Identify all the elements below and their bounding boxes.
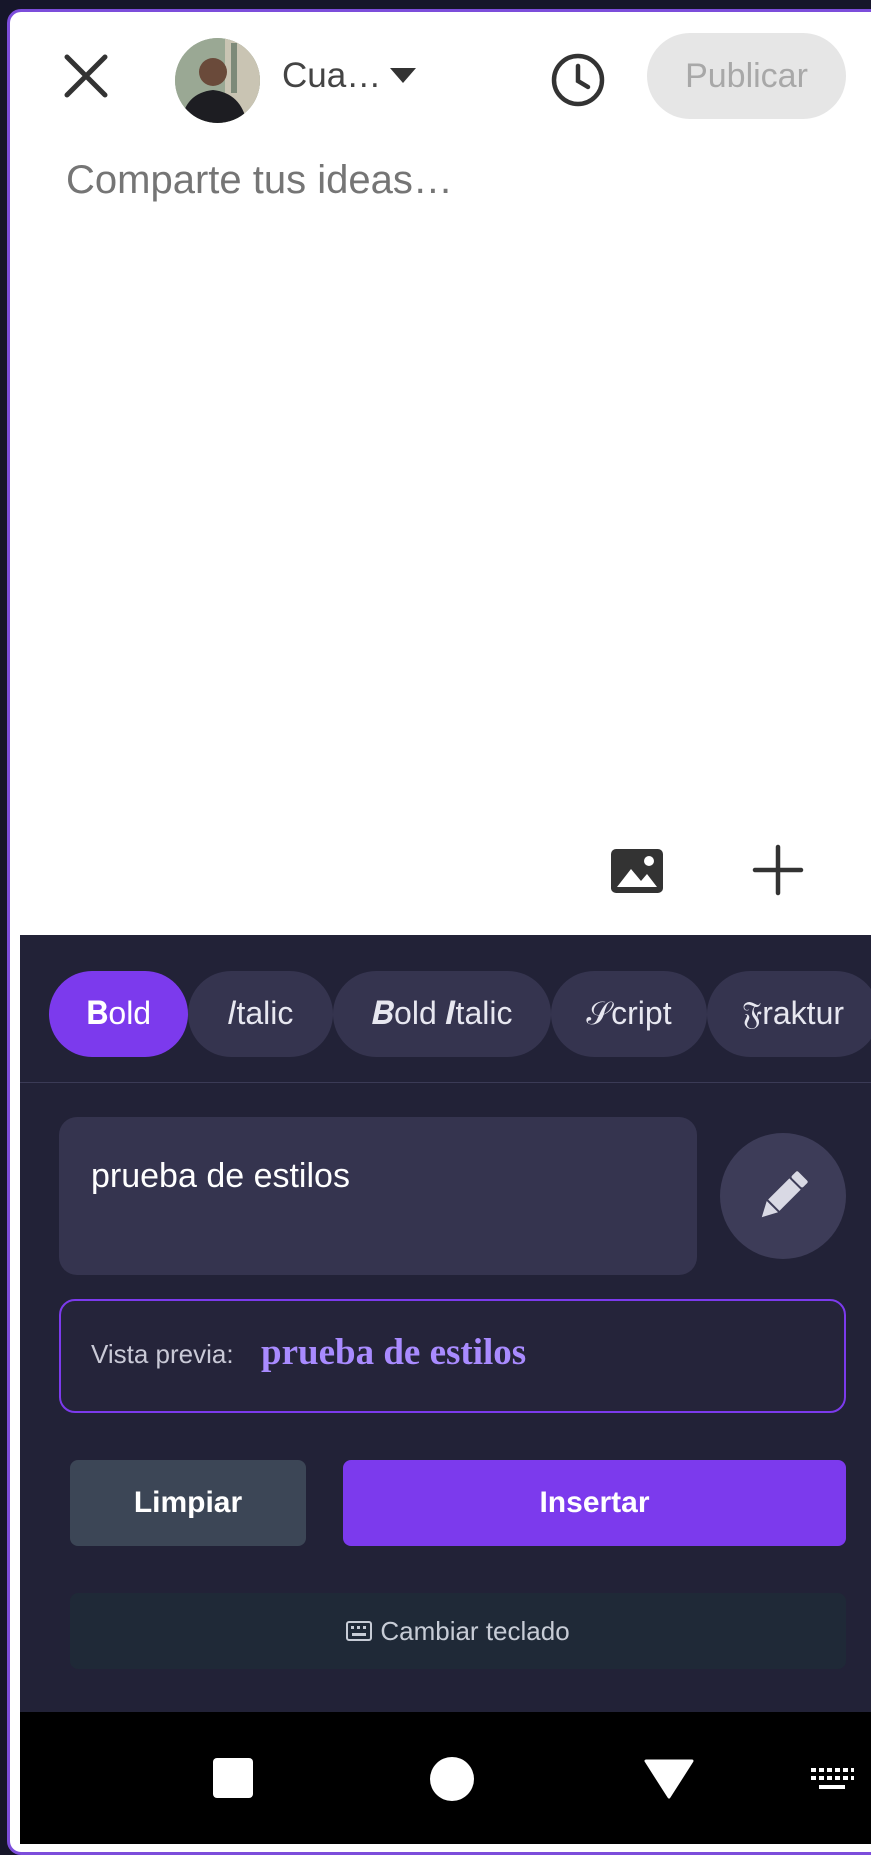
add-button[interactable] — [746, 838, 810, 902]
keyboard-icon — [811, 1768, 854, 1789]
switch-keyboard-button[interactable]: Cambiar teclado — [70, 1593, 846, 1669]
tab-label: 𝑩old 𝑰talic — [371, 995, 513, 1031]
avatar[interactable] — [175, 38, 260, 123]
publish-button[interactable]: Publicar — [647, 33, 846, 119]
post-text-input[interactable] — [66, 158, 826, 578]
plus-icon — [752, 844, 804, 896]
back-button[interactable] — [642, 1755, 696, 1801]
composer-header: Cua… Publicar — [20, 18, 871, 134]
keyboard-icon — [346, 1621, 373, 1641]
tab-bold-italic[interactable]: 𝑩old 𝑰talic — [333, 971, 551, 1057]
tab-bold[interactable]: 𝐁old — [49, 971, 188, 1057]
pencil-icon — [761, 1171, 808, 1218]
app-window: Cua… Publicar Comparte tus ideas… 𝐁old 𝐼… — [7, 9, 871, 1855]
preview-label: Vista previa: — [91, 1339, 234, 1369]
image-icon — [611, 849, 663, 893]
tab-fraktur[interactable]: 𝔉raktur — [707, 971, 871, 1057]
account-name[interactable]: Cua… — [282, 54, 381, 98]
close-icon — [64, 54, 108, 98]
tab-script[interactable]: 𝒮cript — [551, 971, 707, 1057]
avatar-image — [175, 38, 260, 123]
edit-button[interactable] — [720, 1133, 846, 1259]
switch-keyboard-label: Cambiar teclado — [380, 1615, 570, 1646]
style-keyboard-panel: 𝐁old 𝐼talic 𝑩old 𝑰talic 𝒮cript 𝔉raktur p… — [20, 935, 871, 1712]
tab-label: 𝐼talic — [227, 995, 294, 1031]
tab-label: 𝔉raktur — [741, 995, 845, 1031]
keyboard-switch-nav-button[interactable] — [808, 1764, 856, 1794]
preview-box: Vista previa: prueba de estilos — [59, 1299, 846, 1413]
tab-label: 𝒮cript — [586, 995, 672, 1031]
chevron-down-icon[interactable] — [390, 68, 416, 83]
tab-label: 𝐁old — [85, 995, 152, 1031]
style-tabs: 𝐁old 𝐼talic 𝑩old 𝑰talic 𝒮cript 𝔉raktur — [20, 935, 871, 1083]
close-button[interactable] — [56, 46, 116, 106]
schedule-button[interactable] — [550, 52, 606, 108]
home-button[interactable] — [428, 1755, 476, 1803]
clock-icon — [551, 53, 605, 107]
preview-text: prueba de estilos — [261, 1332, 527, 1373]
tab-italic[interactable]: 𝐼talic — [188, 971, 333, 1057]
triangle-down-icon — [644, 1759, 694, 1799]
style-text-input[interactable]: prueba de estilos — [59, 1117, 697, 1275]
circle-icon — [430, 1757, 474, 1801]
clear-button[interactable]: Limpiar — [70, 1460, 306, 1546]
insert-button[interactable]: Insertar — [343, 1460, 846, 1546]
system-nav-bar — [20, 1712, 871, 1844]
add-image-button[interactable] — [605, 843, 669, 899]
square-icon — [213, 1758, 253, 1798]
recents-button[interactable] — [210, 1755, 256, 1801]
post-composer: Cua… Publicar — [20, 18, 871, 935]
